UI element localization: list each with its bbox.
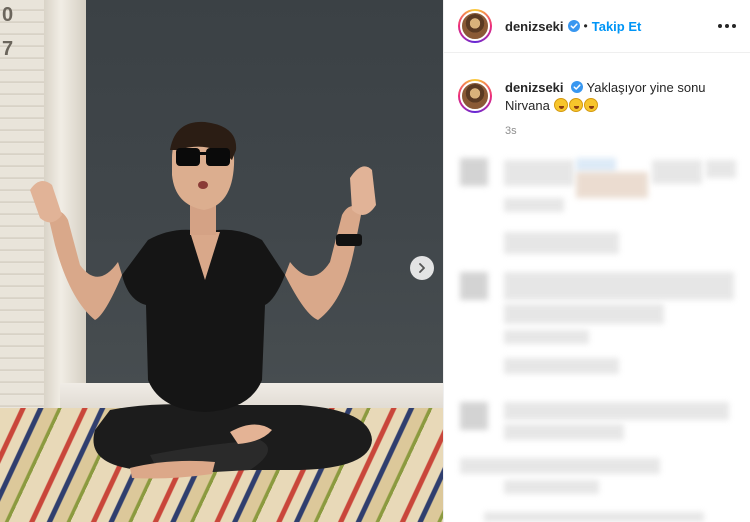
post-side-panel: denizseki • Takip Et denizseki Yaklaşıyo… bbox=[443, 0, 750, 522]
blurred-comment bbox=[504, 480, 599, 494]
avatar[interactable] bbox=[458, 9, 492, 43]
chevron-right-icon bbox=[419, 263, 425, 273]
blurred-comment bbox=[504, 358, 619, 374]
grinning-emoji-icon bbox=[584, 98, 599, 112]
blurred-comment bbox=[504, 198, 564, 212]
blurred-comment bbox=[504, 402, 729, 420]
blurred-comment bbox=[504, 272, 734, 300]
username-link[interactable]: denizseki bbox=[505, 80, 564, 95]
post-timestamp: 3s bbox=[505, 125, 517, 137]
more-options-icon[interactable] bbox=[718, 24, 736, 28]
follow-button[interactable]: Takip Et bbox=[592, 19, 642, 34]
blurred-comment bbox=[504, 304, 664, 324]
blurred-comment bbox=[576, 172, 648, 198]
blurred-comment-avatar bbox=[460, 158, 488, 186]
woman-figure bbox=[30, 121, 376, 479]
blurred-comment bbox=[652, 160, 702, 184]
caption-text-block: denizseki Yaklaşıyor yine sonu Nirvana bbox=[505, 79, 736, 115]
post-photo: 0 7 bbox=[0, 0, 443, 522]
blurred-comment-avatar bbox=[460, 272, 488, 300]
avatar[interactable] bbox=[458, 79, 492, 113]
username-link[interactable]: denizseki bbox=[505, 19, 564, 34]
blurred-comment bbox=[504, 330, 589, 344]
post-header: denizseki • Takip Et bbox=[444, 0, 750, 53]
verified-badge-icon bbox=[571, 81, 584, 93]
post-caption: denizseki Yaklaşıyor yine sonu Nirvana bbox=[444, 53, 750, 115]
blurred-comment bbox=[504, 424, 624, 440]
carousel-next-button[interactable] bbox=[410, 256, 434, 280]
blurred-comment bbox=[576, 158, 616, 172]
grinning-emoji-icon bbox=[569, 98, 584, 112]
blurred-comment bbox=[504, 160, 574, 186]
grinning-emoji-icon bbox=[554, 98, 569, 112]
blurred-comment bbox=[484, 512, 704, 522]
blurred-comment-avatar bbox=[460, 402, 488, 430]
blurred-comment bbox=[460, 458, 660, 474]
separator-dot: • bbox=[583, 19, 588, 33]
verified-badge-icon bbox=[567, 20, 580, 32]
blurred-comment bbox=[504, 232, 619, 254]
blurred-comment bbox=[706, 160, 736, 178]
